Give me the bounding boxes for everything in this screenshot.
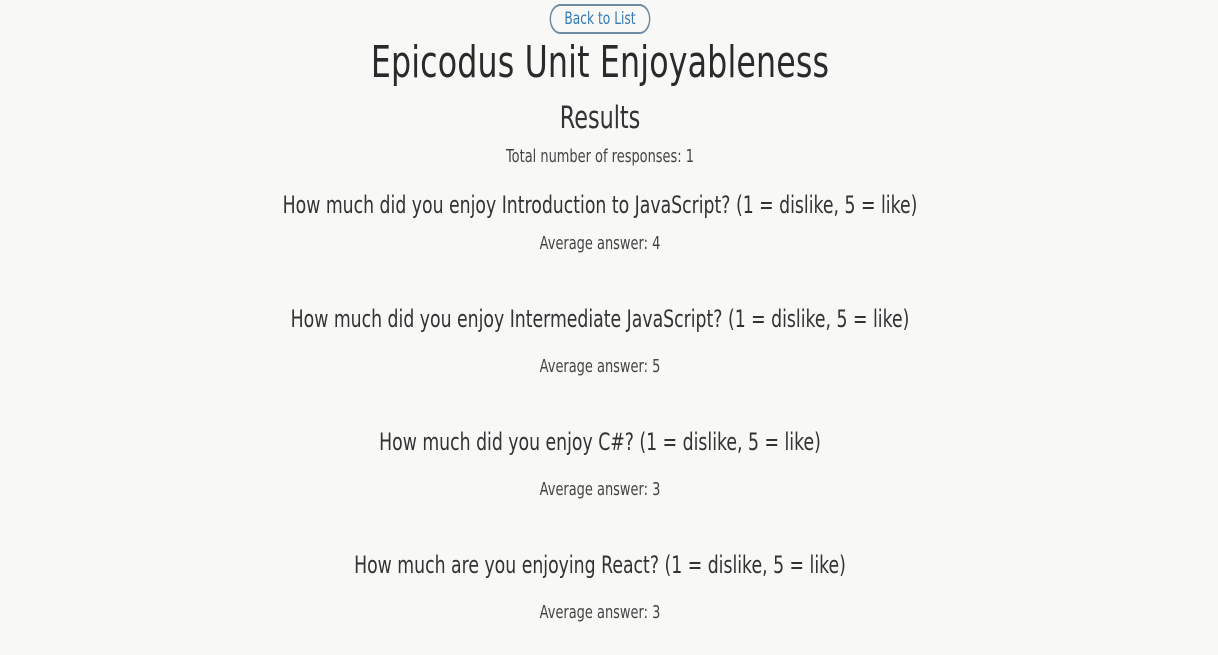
average-answer: Average answer: 4	[539, 233, 661, 254]
back-to-list-button[interactable]: Back to List	[549, 4, 651, 34]
question-text: How much did you enjoy C#? (1 = dislike,…	[379, 428, 821, 456]
question-text: How much did you enjoy Introduction to J…	[282, 191, 918, 219]
page-title: Epicodus Unit Enjoyableness	[370, 37, 830, 88]
average-answer: Average answer: 3	[539, 479, 661, 500]
total-responses: Total number of responses: 1	[505, 146, 695, 167]
average-answer: Average answer: 3	[539, 602, 661, 623]
results-heading: Results	[559, 100, 641, 136]
question-text: How much are you enjoying React? (1 = di…	[354, 551, 846, 579]
results-page: Back to List Epicodus Unit Enjoyableness…	[0, 0, 1218, 655]
question-text: How much did you enjoy Intermediate Java…	[290, 305, 910, 333]
back-button-container: Back to List	[168, 4, 1032, 34]
average-answer: Average answer: 5	[539, 356, 661, 377]
